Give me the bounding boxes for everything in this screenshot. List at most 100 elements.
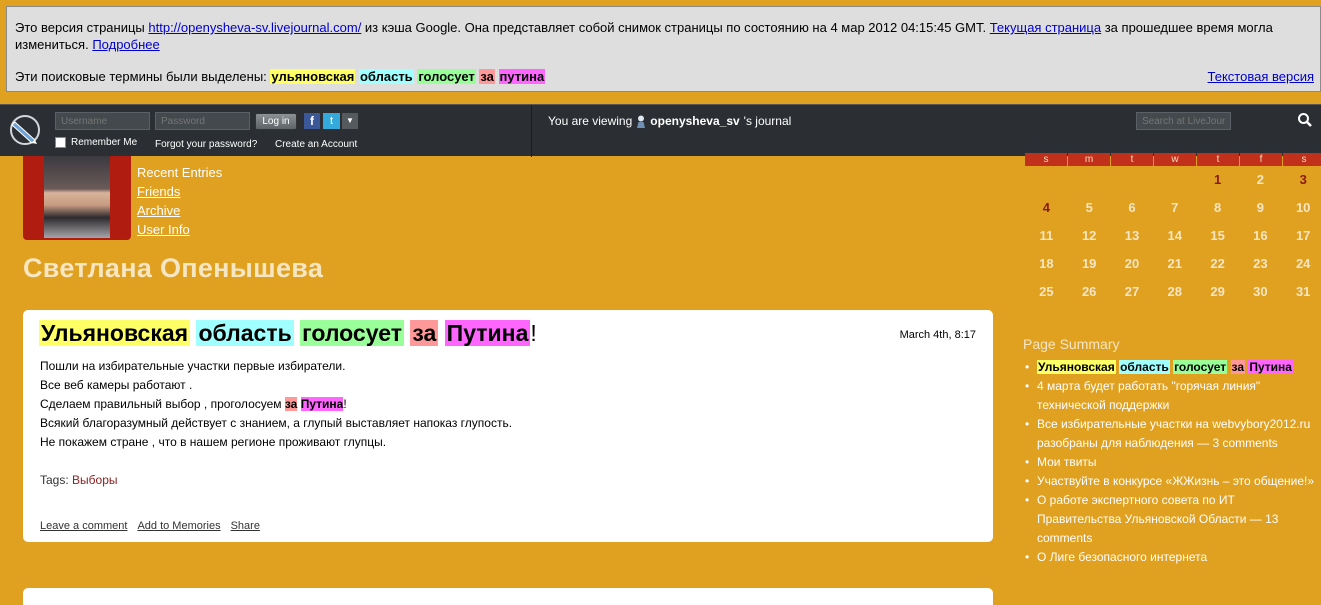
forgot-password-link[interactable]: Forgot your password? — [155, 139, 257, 150]
leave-comment-link[interactable]: Leave a comment — [40, 520, 127, 532]
page-summary: Page Summary Ульяновская область голосуе… — [1023, 336, 1321, 567]
calendar-day: 14 — [1167, 228, 1183, 243]
cache-text-b: из кэша Google. Она представляет собой с… — [361, 20, 990, 35]
summary-item[interactable]: Мои твиты — [1023, 453, 1321, 472]
entry-title-word: голосует — [300, 320, 404, 346]
viewing-suffix: 's journal — [743, 114, 792, 128]
nav-recent-entries[interactable]: Recent Entries — [137, 163, 222, 182]
entry-tags: Tags: Выборы — [40, 473, 118, 487]
entry-title-word: за — [410, 320, 439, 346]
viewing-username[interactable]: openysheva_sv — [650, 114, 739, 128]
journal-nav: Recent Entries Friends Archive User Info — [137, 163, 222, 239]
entry-line: Всякий благоразумный действует с знанием… — [40, 416, 513, 430]
calendar-day: 31 — [1295, 284, 1311, 299]
entry-title-end: ! — [530, 320, 537, 346]
remember-checkbox[interactable] — [55, 137, 66, 148]
share-link[interactable]: Share — [231, 520, 260, 532]
chevron-down-icon[interactable]: ▼ — [342, 113, 358, 129]
remember-me[interactable]: Remember Me — [55, 137, 137, 148]
summary-highlight: Ульяновская — [1037, 360, 1116, 374]
calendar-day[interactable]: 4 — [1025, 194, 1068, 222]
entry-title-word: Ульяновская — [39, 320, 191, 346]
weekday: s — [1283, 153, 1321, 166]
calendar-day: 6 — [1128, 200, 1136, 215]
entry-highlight: Путина — [300, 397, 344, 411]
calendar-days: 1 2 3 4 5 6 7 8 9 10 11 12 13 14 15 16 17 18 19 20 21 22 23 24 2… — [1025, 166, 1321, 306]
calendar-day — [1111, 166, 1154, 194]
calendar-weekdays: s m t w t f s — [1025, 153, 1321, 166]
facebook-icon[interactable]: f — [304, 113, 320, 129]
entry-title-word: Путина — [444, 320, 531, 346]
journal-title: Светлана Опенышева — [23, 253, 324, 283]
weekday: w — [1154, 153, 1196, 166]
next-entry — [23, 588, 993, 605]
calendar-day: 26 — [1081, 284, 1097, 299]
entry-title-word: область — [196, 320, 294, 346]
weekday: t — [1111, 153, 1153, 166]
calendar-day: 25 — [1039, 284, 1054, 299]
entry-line: Пошли на избирательные участки первые из… — [40, 359, 346, 373]
entry-line: Все веб камеры работают . — [40, 378, 193, 392]
term-2: область — [358, 69, 414, 84]
nav-user-info[interactable]: User Info — [137, 220, 222, 239]
nav-archive[interactable]: Archive — [137, 201, 222, 220]
term-1: ульяновская — [270, 69, 356, 84]
entry-line-text: Сделаем правильный выбор , проголосуем — [40, 397, 285, 411]
password-input[interactable] — [155, 112, 250, 130]
summary-highlight: область — [1119, 360, 1170, 374]
text-version-link[interactable]: Текстовая версия — [1208, 68, 1314, 85]
viewing-prefix: You are viewing — [548, 114, 633, 128]
add-to-memories-link[interactable]: Add to Memories — [137, 520, 220, 532]
calendar-day: 21 — [1167, 256, 1183, 271]
user-icon[interactable] — [636, 115, 646, 128]
calendar-day: 27 — [1124, 284, 1140, 299]
cached-url-link[interactable]: http://openysheva-sv.livejournal.com/ — [148, 20, 361, 35]
term-5: путина — [498, 69, 546, 84]
create-account-link[interactable]: Create an Account — [275, 139, 357, 150]
login-button[interactable]: Log in — [255, 113, 297, 130]
summary-item[interactable]: О работе экспертного совета по ИТ Правит… — [1023, 491, 1321, 548]
calendar-week: 11 12 13 14 15 16 17 — [1025, 222, 1321, 250]
livejournal-logo-icon[interactable] — [8, 113, 42, 147]
twitter-icon[interactable]: t — [323, 113, 340, 129]
summary-highlight: за — [1230, 360, 1246, 374]
tags-label: Tags: — [40, 473, 73, 487]
calendar-week: 4 5 6 7 8 9 10 — [1025, 194, 1321, 222]
summary-item[interactable]: Участвуйте в конкурсе «ЖЖизнь – это обще… — [1023, 472, 1321, 491]
terms-label: Эти поисковые термины были выделены: — [15, 69, 271, 84]
nav-friends[interactable]: Friends — [137, 182, 222, 201]
summary-item[interactable]: О Лиге безопасного интернета — [1023, 548, 1321, 567]
calendar-day — [1025, 166, 1068, 194]
calendar-day: 20 — [1124, 256, 1140, 271]
calendar-week: 25 26 27 28 29 30 31 — [1025, 278, 1321, 306]
entry-line-end: ! — [343, 397, 347, 411]
summary-item[interactable]: Ульяновская область голосует за Путина — [1023, 358, 1321, 377]
calendar-day: 17 — [1295, 228, 1311, 243]
calendar-day: 30 — [1253, 284, 1268, 299]
calendar-week: 1 2 3 — [1025, 166, 1321, 194]
search-icon[interactable] — [1297, 112, 1313, 128]
tag-link[interactable]: Выборы — [72, 473, 117, 487]
calendar: s m t w t f s 1 2 3 4 5 6 7 8 9 10 11 12 13 14 15 16 17 1… — [1025, 153, 1321, 306]
calendar-day[interactable]: 3 — [1282, 166, 1321, 194]
calendar-day: 10 — [1295, 200, 1311, 215]
more-link[interactable]: Подробнее — [92, 37, 159, 52]
summary-item[interactable]: Все избирательные участки на webvybory20… — [1023, 415, 1321, 453]
viewing-journal: You are viewing openysheva_sv 's journal — [548, 114, 791, 128]
calendar-day: 19 — [1081, 256, 1097, 271]
calendar-day[interactable]: 1 — [1196, 166, 1239, 194]
weekday: f — [1240, 153, 1282, 166]
calendar-day: 2 — [1256, 172, 1264, 187]
weekday: m — [1068, 153, 1110, 166]
entry-date: March 4th, 8:17 — [899, 329, 976, 341]
search-input[interactable] — [1136, 112, 1231, 130]
summary-item[interactable]: 4 марта будет работать "горячая линия" т… — [1023, 377, 1321, 415]
calendar-day: 23 — [1253, 256, 1268, 271]
calendar-day: 5 — [1085, 200, 1093, 215]
calendar-day: 11 — [1039, 228, 1054, 243]
userpic[interactable] — [23, 156, 131, 240]
weekday: s — [1025, 153, 1067, 166]
username-input[interactable] — [55, 112, 150, 130]
entry-title[interactable]: Ульяновская область голосует за Путина! — [39, 320, 537, 347]
current-page-link[interactable]: Текущая страница — [990, 20, 1101, 35]
